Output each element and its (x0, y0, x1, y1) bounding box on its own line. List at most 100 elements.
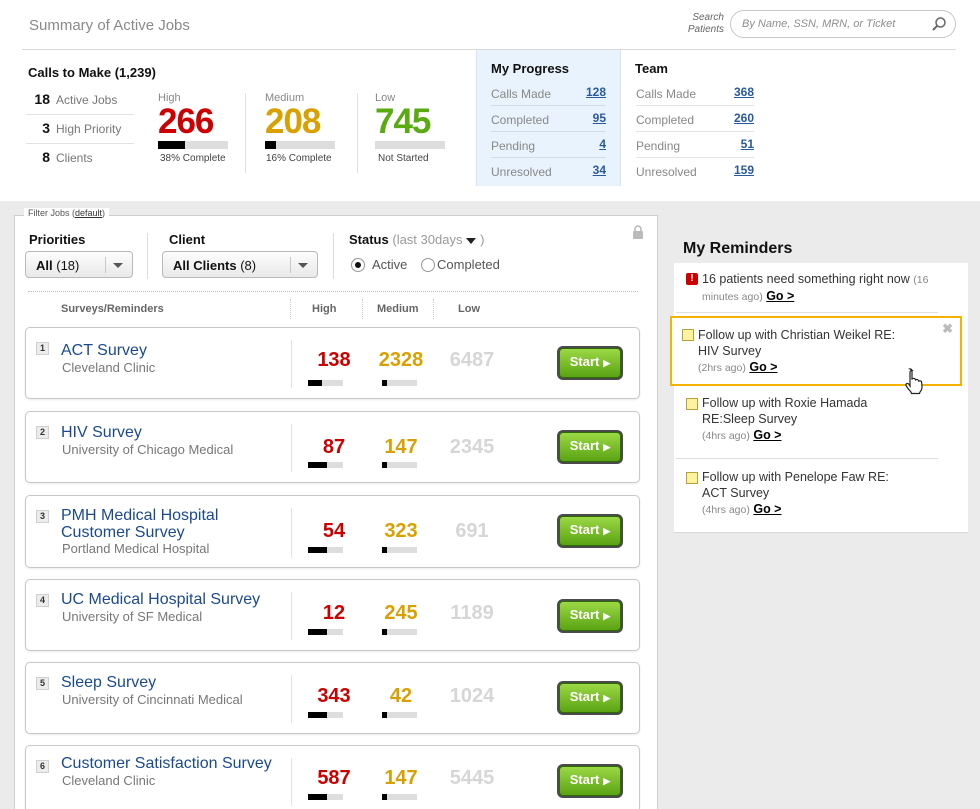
job-card: 3 PMH Medical Hospital Customer Survey P… (25, 495, 640, 568)
progress-row-pending: Pending 4 (491, 132, 606, 158)
high-progress-bar (308, 380, 343, 386)
progress-fill (382, 462, 388, 468)
status-completed-label[interactable]: Completed (437, 257, 500, 272)
chevron-right-icon: ▶ (603, 611, 611, 621)
card-divider (291, 592, 292, 640)
team-row-value-link[interactable]: 260 (734, 111, 754, 125)
start-button[interactable]: Start ▶ (557, 346, 623, 380)
filter-tag: Filter Jobs (default) (24, 208, 110, 218)
progress-row-value-link[interactable]: 128 (586, 85, 606, 99)
column-header-surveys: Surveys/Reminders (61, 303, 164, 315)
start-button-label: Start (569, 354, 600, 369)
lock-icon[interactable] (632, 225, 644, 239)
start-button[interactable]: Start ▶ (557, 599, 623, 633)
client-select[interactable]: All Clients (8) (162, 251, 318, 278)
reminder-timestamp: (4hrs ago) (702, 430, 750, 442)
job-low-count: 1189 (450, 602, 494, 624)
team-title: Team (635, 61, 668, 76)
progress-row-value-link[interactable]: 4 (599, 137, 606, 151)
progress-row-calls-made: Calls Made 128 (491, 80, 606, 106)
reminder-go-link[interactable]: Go > (766, 289, 794, 303)
priorities-select[interactable]: All (18) (25, 251, 133, 278)
close-icon[interactable]: ✖ (942, 321, 953, 337)
start-button-face[interactable]: Start ▶ (559, 348, 621, 378)
start-button-face[interactable]: Start ▶ (559, 683, 621, 713)
chevron-right-icon: ▶ (603, 526, 611, 536)
status-active-label[interactable]: Active (372, 257, 407, 272)
calls-title: Calls to Make (1,239) (28, 65, 156, 80)
progress-fill (382, 380, 388, 386)
progress-fill (265, 141, 277, 149)
caret-down-icon[interactable] (466, 237, 477, 244)
progress-fill (382, 629, 388, 635)
card-divider (291, 508, 292, 558)
job-client: University of SF Medical (62, 609, 203, 624)
status-range-dropdown[interactable]: (last 30days ) (392, 232, 484, 247)
job-low-count: 691 (455, 520, 489, 542)
progress-fill (308, 712, 328, 718)
start-button-face[interactable]: Start ▶ (559, 432, 621, 462)
progress-row-value-link[interactable]: 34 (593, 163, 606, 177)
start-button[interactable]: Start ▶ (557, 681, 623, 715)
start-button-face[interactable]: Start ▶ (559, 601, 621, 631)
filter-default-link[interactable]: default (75, 208, 102, 218)
progress-fill (308, 629, 328, 635)
status-label-text: Status (349, 232, 389, 247)
start-button-label: Start (569, 689, 600, 704)
medium-progress-bar (382, 547, 417, 553)
start-button[interactable]: Start ▶ (557, 764, 623, 798)
chevron-down-icon[interactable] (113, 263, 123, 268)
team-row-label: Calls Made (636, 87, 697, 101)
job-name-link[interactable]: UC Medical Hospital Survey (61, 591, 301, 608)
team-row-value-link[interactable]: 51 (741, 137, 754, 151)
my-progress-title: My Progress (491, 61, 570, 76)
start-button-face[interactable]: Start ▶ (559, 516, 621, 546)
start-button[interactable]: Start ▶ (557, 514, 623, 548)
job-low-count: 6487 (449, 349, 495, 371)
team-row-label: Completed (636, 113, 695, 127)
job-client: Cleveland Clinic (62, 360, 156, 375)
priorities-select-value: All (18) (36, 258, 79, 273)
progress-row-value-link[interactable]: 95 (593, 111, 606, 125)
medium-progress-bar (382, 380, 417, 386)
job-name-link[interactable]: HIV Survey (61, 424, 301, 441)
team-row-label: Unresolved (636, 165, 697, 179)
team-row-value-link[interactable]: 159 (734, 163, 754, 177)
search-label-line-1: Search (692, 12, 724, 23)
column-separator (433, 299, 434, 319)
job-medium-count: 147 (384, 767, 418, 789)
team-row-label: Pending (636, 139, 681, 153)
status-completed-radio[interactable] (421, 258, 435, 272)
filter-tag-text: Filter Jobs (28, 208, 70, 218)
team-row-completed: Completed 260 (636, 106, 754, 132)
medium-progress-bar (382, 462, 417, 468)
start-button[interactable]: Start ▶ (557, 430, 623, 464)
start-button-face[interactable]: Start ▶ (559, 766, 621, 796)
team-row-value-link[interactable]: 368 (734, 85, 754, 99)
job-name-link[interactable]: Customer Satisfaction Survey (61, 755, 301, 772)
chevron-down-icon[interactable] (298, 263, 308, 268)
job-name-link[interactable]: PMH Medical Hospital Customer Survey (61, 507, 261, 541)
search-input[interactable] (742, 16, 922, 32)
reminder-go-link[interactable]: Go > (753, 428, 781, 442)
medium-progress-bar (382, 629, 417, 635)
reminder-go-link[interactable]: Go > (753, 502, 781, 516)
job-number: 4 (36, 594, 49, 607)
progress-fill (308, 547, 328, 553)
job-name-link[interactable]: ACT Survey (61, 342, 301, 359)
search-box[interactable] (730, 10, 956, 38)
filter-dotted-divider (28, 291, 638, 292)
job-name-link[interactable]: Sleep Survey (61, 674, 301, 691)
search-icon[interactable] (931, 16, 947, 32)
calls-title-text: Calls to Make (28, 65, 112, 80)
priority-divider (357, 93, 358, 173)
select-separator (105, 257, 106, 273)
job-card: 6 Customer Satisfaction Survey Cleveland… (25, 745, 640, 809)
job-high-count: 138 (317, 349, 351, 371)
card-divider (291, 675, 292, 723)
progress-fill (308, 380, 322, 386)
status-active-radio[interactable] (351, 258, 365, 272)
priority-progress-bar (375, 141, 445, 149)
reminder-go-link[interactable]: Go > (749, 360, 777, 374)
progress-fill (158, 141, 185, 149)
